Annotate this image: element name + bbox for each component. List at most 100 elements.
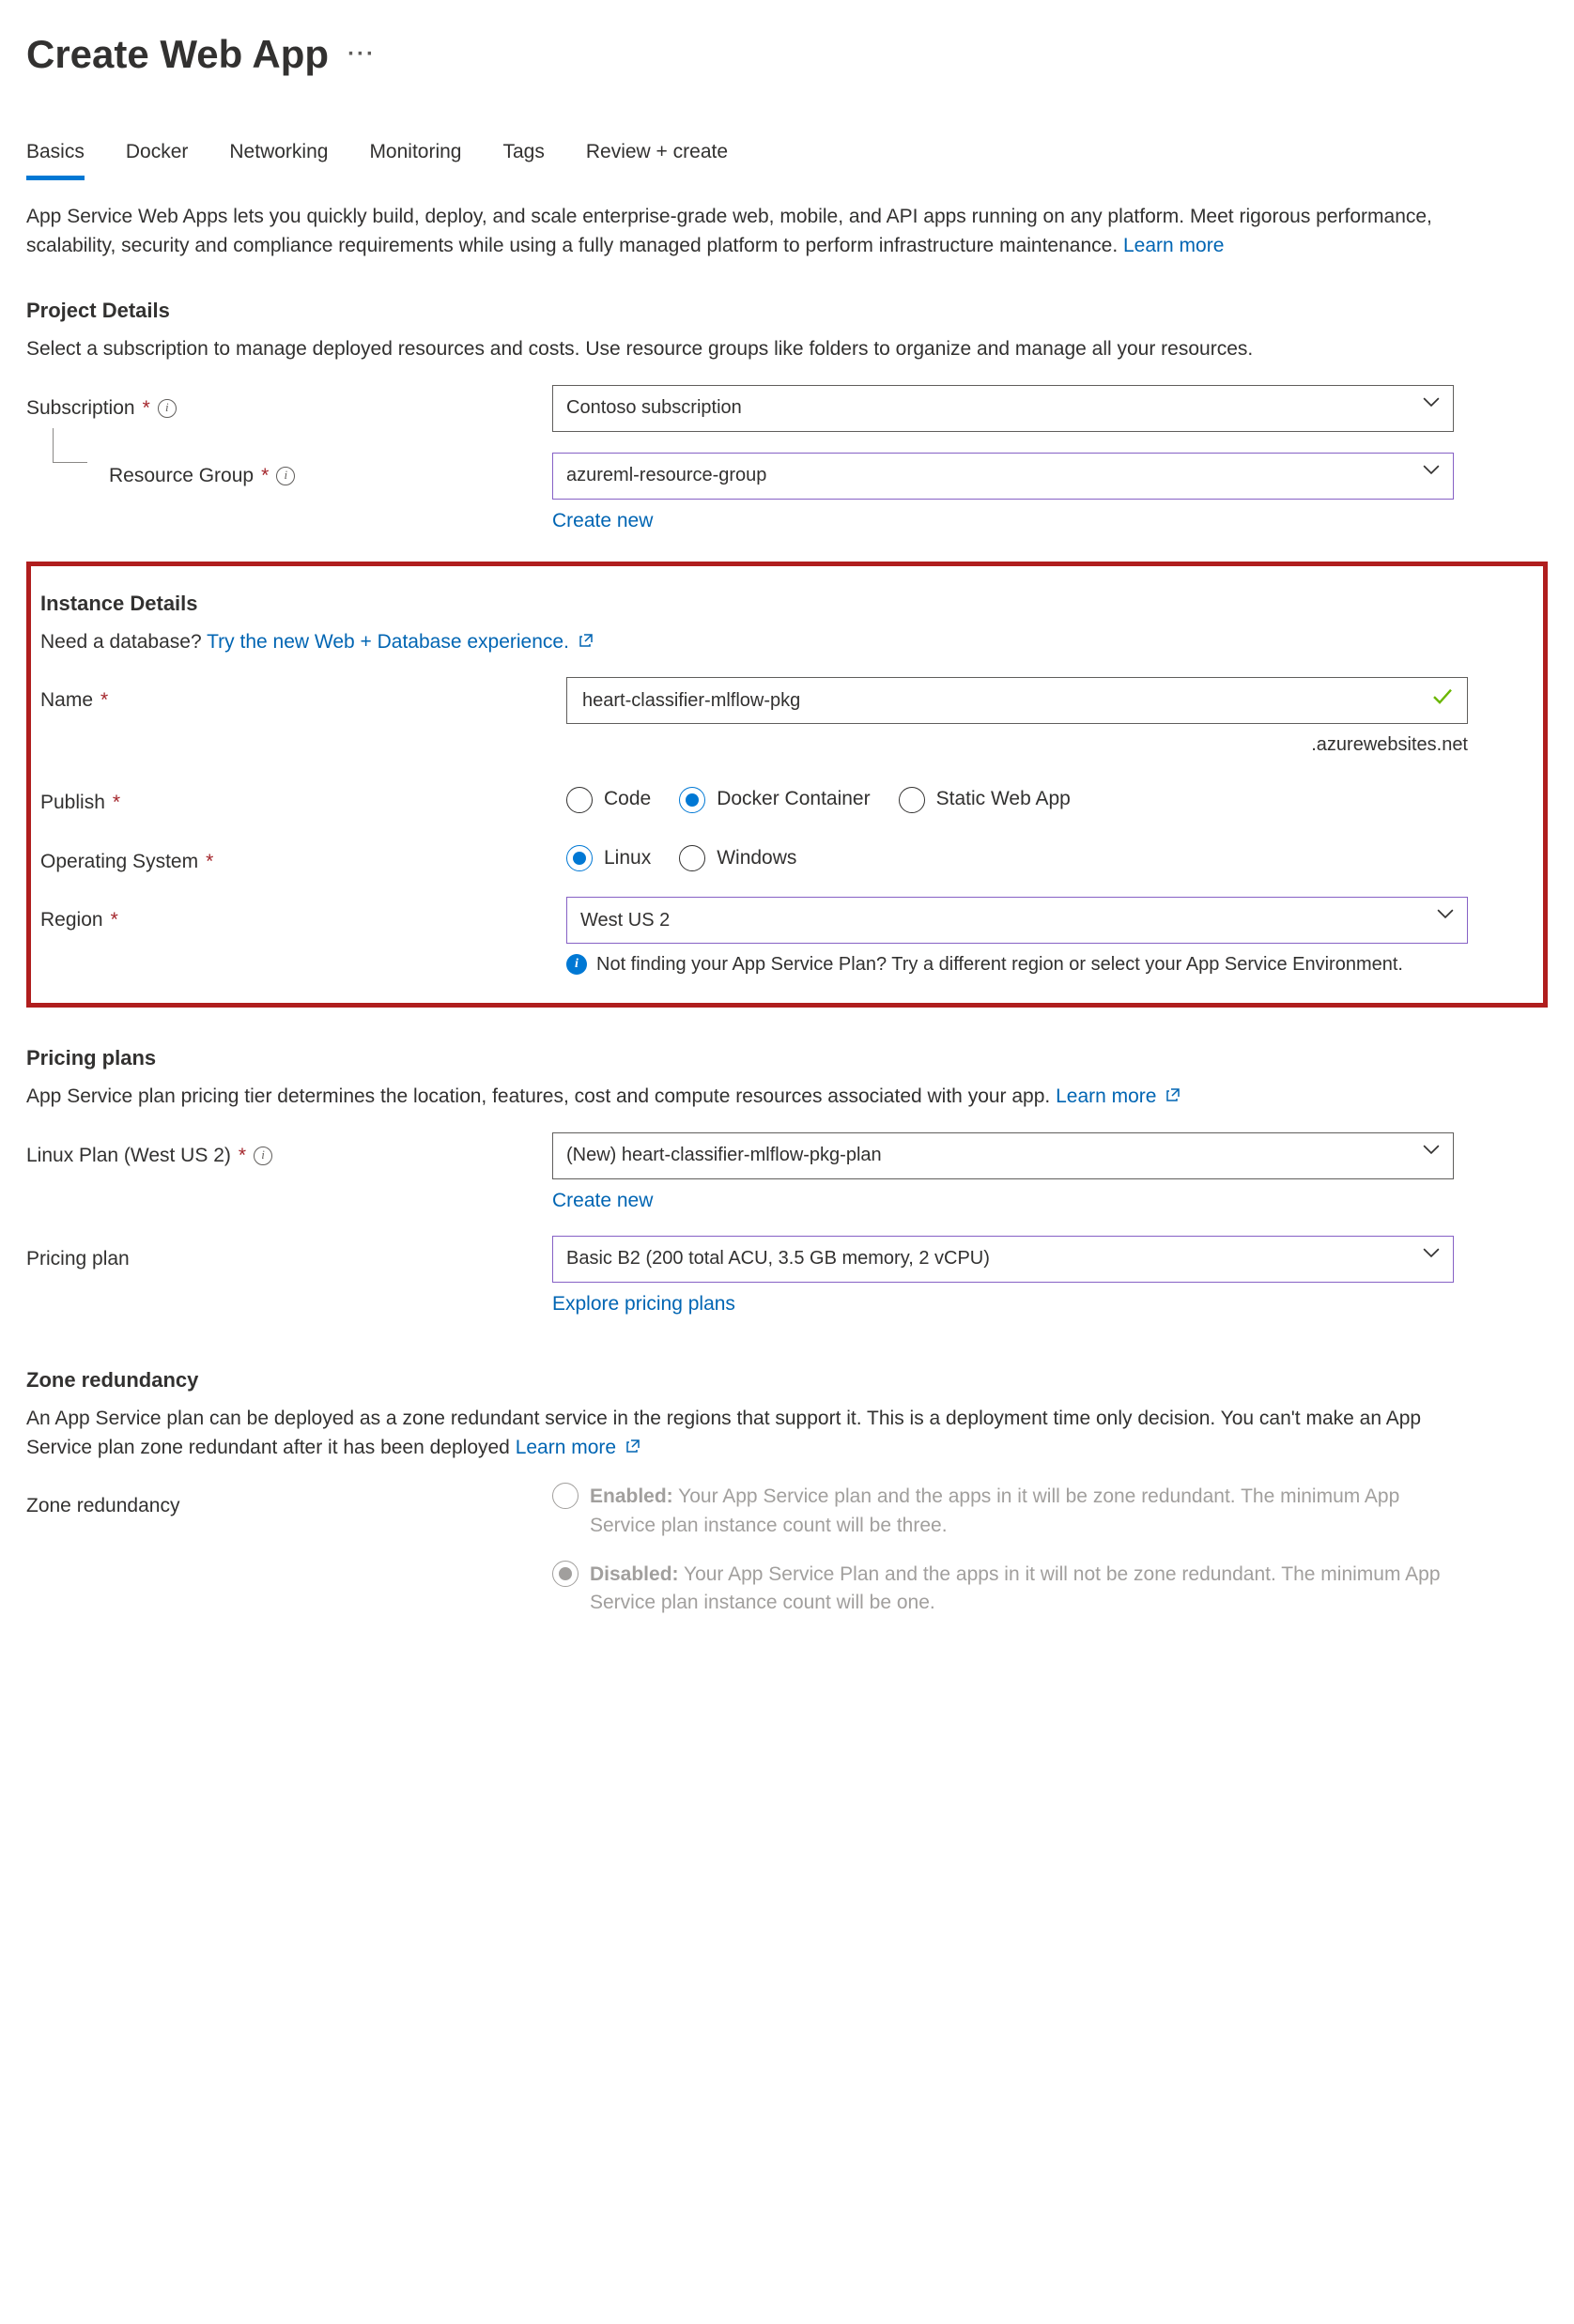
radio-selected-icon (566, 845, 593, 871)
subscription-select[interactable]: Contoso subscription (552, 385, 1454, 432)
region-value: West US 2 (580, 907, 670, 934)
publish-code-label: Code (604, 785, 651, 813)
instance-details-heading: Instance Details (40, 589, 1534, 619)
info-icon[interactable]: i (276, 467, 295, 485)
radio-selected-icon (679, 787, 705, 813)
name-suffix: .azurewebsites.net (566, 731, 1468, 759)
resource-group-label-text: Resource Group (109, 462, 254, 490)
tab-tags[interactable]: Tags (503, 138, 545, 180)
plan-value: (New) heart-classifier-mlflow-pkg-plan (566, 1142, 882, 1169)
pricing-heading: Pricing plans (26, 1043, 1548, 1073)
zone-learn-more-link[interactable]: Learn more (516, 1437, 640, 1458)
db-prompt-text: Need a database? (40, 631, 207, 653)
name-input[interactable] (580, 689, 1422, 713)
info-filled-icon: i (566, 954, 587, 975)
radio-disabled-selected-icon (552, 1561, 579, 1587)
tab-monitoring[interactable]: Monitoring (369, 138, 461, 180)
radio-icon (899, 787, 925, 813)
db-link-text: Try the new Web + Database experience. (207, 631, 569, 653)
zone-learn-more-text: Learn more (516, 1437, 616, 1458)
pricing-desc-text: App Service plan pricing tier determines… (26, 1085, 1056, 1107)
required-marker: * (143, 394, 150, 423)
page-title: Create Web App ··· (26, 26, 1548, 84)
region-select[interactable]: West US 2 (566, 897, 1468, 944)
resource-group-select[interactable]: azureml-resource-group (552, 453, 1454, 500)
web-database-link[interactable]: Try the new Web + Database experience. (207, 631, 594, 653)
zone-desc-text: An App Service plan can be deployed as a… (26, 1408, 1421, 1457)
more-icon[interactable]: ··· (347, 43, 376, 66)
plan-label-text: Linux Plan (West US 2) (26, 1142, 231, 1170)
chevron-down-icon (1423, 1139, 1440, 1166)
chevron-down-icon (1423, 1243, 1440, 1270)
pricing-plan-select[interactable]: Basic B2 (200 total ACU, 3.5 GB memory, … (552, 1236, 1454, 1283)
required-marker: * (206, 848, 213, 876)
zone-label-text: Zone redundancy (26, 1492, 179, 1520)
intro-learn-more-link[interactable]: Learn more (1123, 235, 1224, 256)
tab-networking[interactable]: Networking (229, 138, 328, 180)
os-label-text: Operating System (40, 848, 198, 876)
zone-disabled-title: Disabled: (590, 1563, 679, 1585)
publish-label: Publish * (40, 779, 566, 817)
zone-enabled-text: Enabled: Your App Service plan and the a… (590, 1483, 1454, 1540)
check-icon (1431, 683, 1454, 718)
os-linux-radio[interactable]: Linux (566, 844, 651, 872)
region-hint-text: Not finding your App Service Plan? Try a… (596, 951, 1403, 978)
required-marker: * (111, 906, 118, 934)
publish-static-label: Static Web App (936, 785, 1071, 813)
name-label-text: Name (40, 686, 93, 715)
page-title-text: Create Web App (26, 26, 329, 84)
radio-icon (566, 787, 593, 813)
tabs: Basics Docker Networking Monitoring Tags… (26, 138, 1548, 180)
zone-label: Zone redundancy (26, 1483, 552, 1520)
os-windows-label: Windows (717, 844, 796, 872)
subscription-label-text: Subscription (26, 394, 135, 423)
os-windows-radio[interactable]: Windows (679, 844, 796, 872)
required-marker: * (239, 1142, 246, 1170)
external-link-icon (579, 628, 594, 656)
explore-pricing-link[interactable]: Explore pricing plans (552, 1293, 735, 1315)
resource-group-label: Resource Group * i (26, 453, 552, 490)
external-link-icon (1165, 1083, 1180, 1111)
pricing-learn-more-text: Learn more (1056, 1085, 1156, 1107)
external-link-icon (625, 1434, 640, 1462)
publish-code-radio[interactable]: Code (566, 785, 651, 813)
tier-label-text: Pricing plan (26, 1245, 130, 1273)
publish-docker-label: Docker Container (717, 785, 870, 813)
pricing-plan-label: Pricing plan (26, 1236, 552, 1273)
chevron-down-icon (1423, 459, 1440, 486)
info-icon[interactable]: i (158, 399, 177, 418)
zone-desc: An App Service plan can be deployed as a… (26, 1405, 1491, 1462)
tab-review-create[interactable]: Review + create (586, 138, 728, 180)
info-icon[interactable]: i (254, 1147, 272, 1165)
radio-disabled-icon (552, 1483, 579, 1509)
publish-static-radio[interactable]: Static Web App (899, 785, 1071, 813)
os-linux-label: Linux (604, 844, 651, 872)
database-prompt: Need a database? Try the new Web + Datab… (40, 628, 1534, 656)
zone-disabled-radio: Disabled: Your App Service Plan and the … (552, 1561, 1454, 1618)
publish-label-text: Publish (40, 789, 105, 817)
zone-enabled-radio: Enabled: Your App Service plan and the a… (552, 1483, 1454, 1540)
plan-label: Linux Plan (West US 2) * i (26, 1132, 552, 1170)
intro-text: App Service Web Apps lets you quickly bu… (26, 203, 1491, 260)
resource-group-value: azureml-resource-group (566, 462, 766, 489)
plan-select[interactable]: (New) heart-classifier-mlflow-pkg-plan (552, 1132, 1454, 1179)
required-marker: * (100, 686, 108, 715)
radio-icon (679, 845, 705, 871)
zone-disabled-desc: Your App Service Plan and the apps in it… (590, 1563, 1441, 1613)
create-new-plan-link[interactable]: Create new (552, 1190, 653, 1211)
pricing-learn-more-link[interactable]: Learn more (1056, 1085, 1180, 1107)
instance-details-box: Instance Details Need a database? Try th… (26, 562, 1548, 1008)
publish-docker-radio[interactable]: Docker Container (679, 785, 870, 813)
region-label-text: Region (40, 906, 103, 934)
region-label: Region * (40, 897, 566, 934)
create-new-rg-link[interactable]: Create new (552, 510, 653, 531)
name-input-wrapper (566, 677, 1468, 724)
chevron-down-icon (1437, 904, 1454, 931)
tab-basics[interactable]: Basics (26, 138, 85, 180)
subscription-value: Contoso subscription (566, 394, 742, 422)
project-details-desc: Select a subscription to manage deployed… (26, 335, 1491, 363)
project-details-heading: Project Details (26, 296, 1548, 326)
tab-docker[interactable]: Docker (126, 138, 189, 180)
required-marker: * (113, 789, 120, 817)
region-hint: i Not finding your App Service Plan? Try… (566, 951, 1468, 978)
